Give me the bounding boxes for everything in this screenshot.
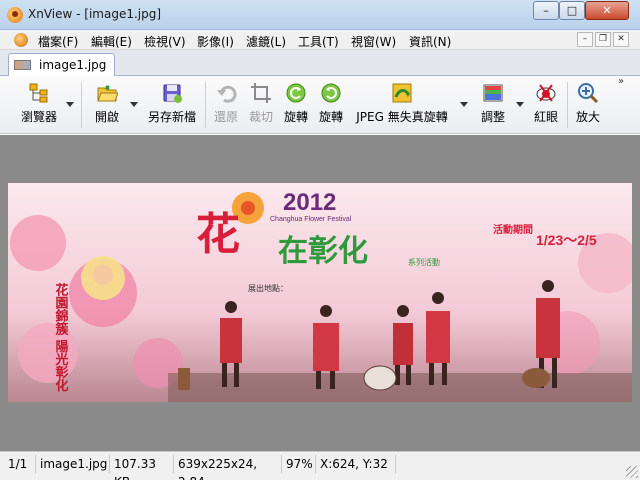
poster-venue-label: 展出地點： [248, 283, 288, 293]
save-as-label: 另存新檔 [147, 110, 196, 124]
poster-subtitle: Changhua Flower Festival [270, 216, 352, 223]
festival-photo: 2012 Changhua Flower Festival 花 在彰化 系列活動… [8, 183, 632, 402]
resize-grip-icon[interactable] [626, 466, 638, 478]
document-close-button[interactable]: ✕ [613, 32, 629, 47]
rotate-right-label: 旋轉 [318, 110, 343, 124]
rotate-right-icon [321, 83, 341, 103]
toolbar: » 瀏覽器 開啟 另存新檔 還原 裁切 旋轉 旋轉 JPEG 無失真旋轉 調整 [0, 76, 640, 134]
zoom-in-label: 放大 [575, 110, 600, 124]
status-dimensions: 639x225x24, 2.84 [174, 455, 282, 480]
menu-edit[interactable]: 編輯(E) [91, 33, 132, 50]
status-zoom: 97% [282, 455, 316, 473]
tab-image1[interactable]: image1.jpg [8, 53, 115, 76]
status-bar: 1/1 image1.jpg 107.33 KB 639x225x24, 2.8… [0, 451, 640, 480]
image-thumbnail-icon [14, 60, 31, 70]
jpeg-lossless-rotate-icon [392, 83, 412, 103]
menu-info[interactable]: 資訊(N) [409, 33, 451, 50]
poster-title-rest: 在彰化 [278, 234, 368, 269]
browser-dropdown-icon[interactable] [66, 102, 74, 107]
menu-view[interactable]: 檢視(V) [144, 33, 186, 50]
menu-tools[interactable]: 工具(T) [298, 33, 339, 50]
rotate-left-icon [286, 83, 306, 103]
poster-title-main: 花 [196, 209, 240, 260]
red-eye-button[interactable]: 紅眼 [531, 82, 561, 132]
zoom-in-button[interactable]: 放大 [573, 82, 603, 132]
title-bar[interactable]: XnView - [image1.jpg] – □ ✕ [0, 0, 640, 30]
open-label: 開啟 [94, 110, 119, 124]
status-cursor-position: X:624, Y:32 [316, 455, 396, 473]
minimize-button[interactable]: – [533, 1, 559, 20]
status-filename: image1.jpg [36, 455, 110, 473]
tab-bar: image1.jpg [0, 50, 640, 76]
save-as-button[interactable]: 另存新檔 [144, 82, 200, 132]
jpeg-lossless-rotate-button[interactable]: JPEG 無失真旋轉 [354, 82, 450, 132]
adjust-dropdown-icon[interactable] [516, 102, 524, 107]
undo-label: 還原 [213, 110, 238, 124]
jpeg-rotate-dropdown-icon[interactable] [460, 102, 468, 107]
undo-button[interactable]: 還原 [211, 82, 241, 132]
poster-year: 2012 [283, 189, 336, 216]
menu-filter[interactable]: 濾鏡(L) [246, 33, 286, 50]
red-eye-icon [536, 84, 556, 102]
undo-icon [217, 85, 237, 103]
toolbar-separator [81, 82, 82, 128]
poster-series: 系列活動 [408, 257, 440, 267]
toolbar-separator [205, 82, 206, 128]
toolbar-overflow-icon[interactable]: » [618, 76, 624, 87]
displayed-image[interactable]: 2012 Changhua Flower Festival 花 在彰化 系列活動… [8, 183, 632, 402]
zoom-in-icon [578, 83, 599, 104]
crop-label: 裁切 [248, 110, 273, 124]
adjust-button[interactable]: 調整 [478, 82, 508, 132]
tab-label: image1.jpg [39, 58, 107, 72]
status-page-index: 1/1 [4, 455, 36, 473]
poster-dates: 1/23～2/5 [536, 232, 597, 248]
rotate-right-button[interactable]: 旋轉 [316, 82, 346, 132]
red-eye-label: 紅眼 [533, 110, 558, 124]
browser-button[interactable]: 瀏覽器 [10, 82, 68, 132]
status-filesize: 107.33 KB [110, 455, 174, 480]
adjust-icon [483, 84, 503, 102]
crop-icon [251, 83, 271, 103]
xnview-app-icon[interactable] [7, 7, 23, 23]
image-view[interactable]: 2012 Changhua Flower Festival 花 在彰化 系列活動… [0, 135, 640, 451]
open-dropdown-icon[interactable] [130, 102, 138, 107]
menu-file[interactable]: 檔案(F) [38, 33, 78, 50]
save-as-icon [163, 84, 182, 103]
close-button[interactable]: ✕ [585, 1, 629, 20]
document-restore-button[interactable]: ❐ [595, 32, 611, 47]
rotate-left-button[interactable]: 旋轉 [281, 82, 311, 132]
rotate-left-label: 旋轉 [283, 110, 308, 124]
document-minimize-button[interactable]: – [577, 32, 593, 47]
poster-period-label: 活動期間 [493, 223, 533, 236]
open-button[interactable]: 開啟 [86, 82, 128, 132]
adjust-label: 調整 [480, 110, 505, 124]
menu-image[interactable]: 影像(I) [197, 33, 234, 50]
menu-window[interactable]: 視窗(W) [351, 33, 396, 50]
browser-icon [29, 83, 48, 103]
maximize-button[interactable]: □ [559, 1, 585, 20]
menu-bar: 檔案(F) 編輯(E) 檢視(V) 影像(I) 濾鏡(L) 工具(T) 視窗(W… [0, 30, 640, 50]
document-system-menu-icon[interactable] [14, 33, 28, 47]
browser-label: 瀏覽器 [20, 110, 57, 124]
poster-side-text: 花園錦簇 陽光彰化 [53, 282, 70, 393]
crop-button[interactable]: 裁切 [246, 82, 276, 132]
jpeg-lossless-rotate-label: JPEG 無失真旋轉 [356, 110, 448, 124]
window-title: XnView - [image1.jpg] [28, 7, 162, 21]
toolbar-separator [567, 82, 568, 128]
open-folder-icon [97, 85, 118, 102]
